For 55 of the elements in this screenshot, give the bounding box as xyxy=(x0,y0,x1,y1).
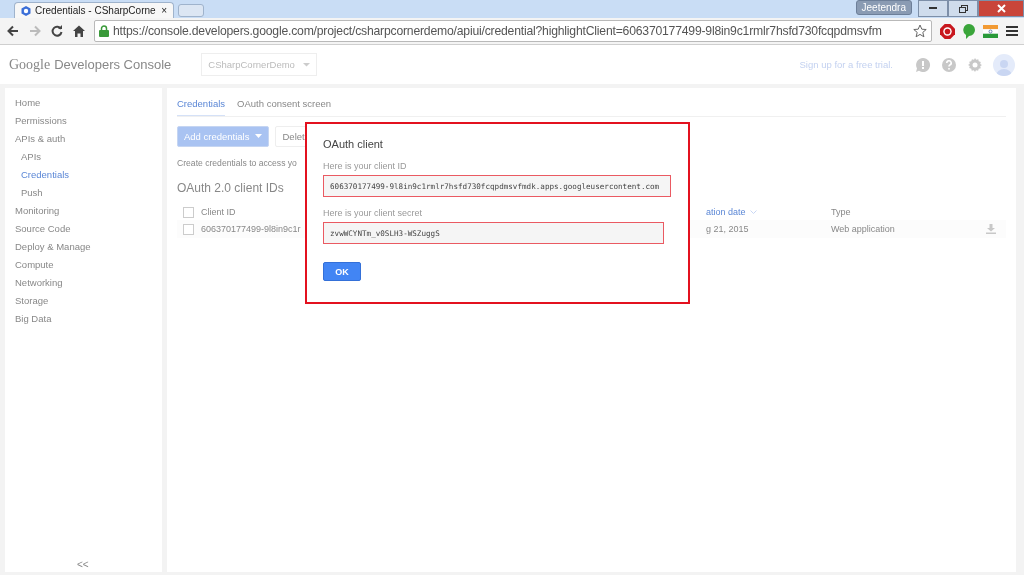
product-name: Developers Console xyxy=(54,57,172,72)
collapse-button[interactable]: << xyxy=(77,559,89,570)
speech-bubble-icon[interactable] xyxy=(963,23,975,39)
project-dropdown[interactable]: CSharpCornerDemo xyxy=(201,53,317,76)
close-tab-button[interactable]: × xyxy=(161,5,167,16)
browser-tab[interactable]: Credentials - CSharpCorne × xyxy=(14,2,174,18)
sidebar-item[interactable]: Push xyxy=(15,184,152,202)
sidebar-item[interactable]: Source Code xyxy=(15,220,152,238)
restore-icon xyxy=(958,4,968,13)
sidebar-item[interactable]: Storage xyxy=(15,292,152,310)
minimize-button[interactable] xyxy=(918,0,948,17)
reload-icon[interactable] xyxy=(50,24,64,38)
sort-caret-icon xyxy=(749,209,757,215)
home-icon[interactable] xyxy=(72,24,86,38)
column-header: Type xyxy=(831,207,851,217)
star-icon[interactable] xyxy=(913,24,927,38)
address-bar[interactable]: https://console.developers.google.com/project/csharpcornerdemo/apiui/credential?highlightClient=606370177499-9l8in9c1rmlr7hsfd730fcqpdmsvfm xyxy=(94,20,932,42)
back-icon[interactable] xyxy=(6,24,20,38)
sidebar-item[interactable]: Big Data xyxy=(15,310,152,328)
menu-icon[interactable] xyxy=(1006,25,1018,37)
stop-sign-icon[interactable] xyxy=(940,23,955,39)
lock-icon xyxy=(99,25,109,37)
sidebar-item[interactable]: Home xyxy=(15,94,152,112)
caret-icon xyxy=(255,134,263,139)
sidebar-item[interactable]: APIs & auth xyxy=(15,130,152,148)
dialog-title: OAuth client xyxy=(323,138,384,150)
sidebar-item[interactable]: APIs xyxy=(15,148,152,166)
sidebar-item[interactable]: Permissions xyxy=(15,112,152,130)
sidebar-item[interactable]: Deploy & Manage xyxy=(15,238,152,256)
close-icon xyxy=(996,4,1006,13)
flag-icon[interactable] xyxy=(983,24,998,38)
close-window-button[interactable] xyxy=(978,0,1024,17)
field-label: Here is your client secret xyxy=(323,208,424,218)
hint-text: Create credentials to access yo xyxy=(177,158,297,168)
logo[interactable]: Google xyxy=(9,56,51,73)
select-all-checkbox[interactable] xyxy=(183,206,194,218)
column-header: Client ID xyxy=(201,207,236,217)
hexagon-icon xyxy=(21,5,31,16)
section-title: OAuth 2.0 client IDs xyxy=(177,181,284,195)
sidebar-item[interactable]: Compute xyxy=(15,256,152,274)
table-cell: 606370177499-9l8in9c1r xyxy=(201,224,301,234)
sidebar-item[interactable]: Networking xyxy=(15,274,152,292)
column-header[interactable]: ation date xyxy=(706,207,757,217)
restore-button[interactable] xyxy=(948,0,978,17)
table-cell: Web application xyxy=(831,224,895,234)
sidebar-item[interactable]: Monitoring xyxy=(15,202,152,220)
ok-button[interactable]: OK xyxy=(323,262,361,281)
row-checkbox[interactable] xyxy=(183,223,194,235)
table-cell: g 21, 2015 xyxy=(706,224,749,234)
tab[interactable]: Credentials xyxy=(177,92,226,116)
minimize-icon xyxy=(929,7,937,10)
tab[interactable]: OAuth consent screen xyxy=(237,92,332,116)
sidebar-item[interactable]: Credentials xyxy=(15,166,152,184)
profile-button[interactable]: Jeetendra xyxy=(855,0,912,15)
field-label: Here is your client ID xyxy=(323,161,408,171)
